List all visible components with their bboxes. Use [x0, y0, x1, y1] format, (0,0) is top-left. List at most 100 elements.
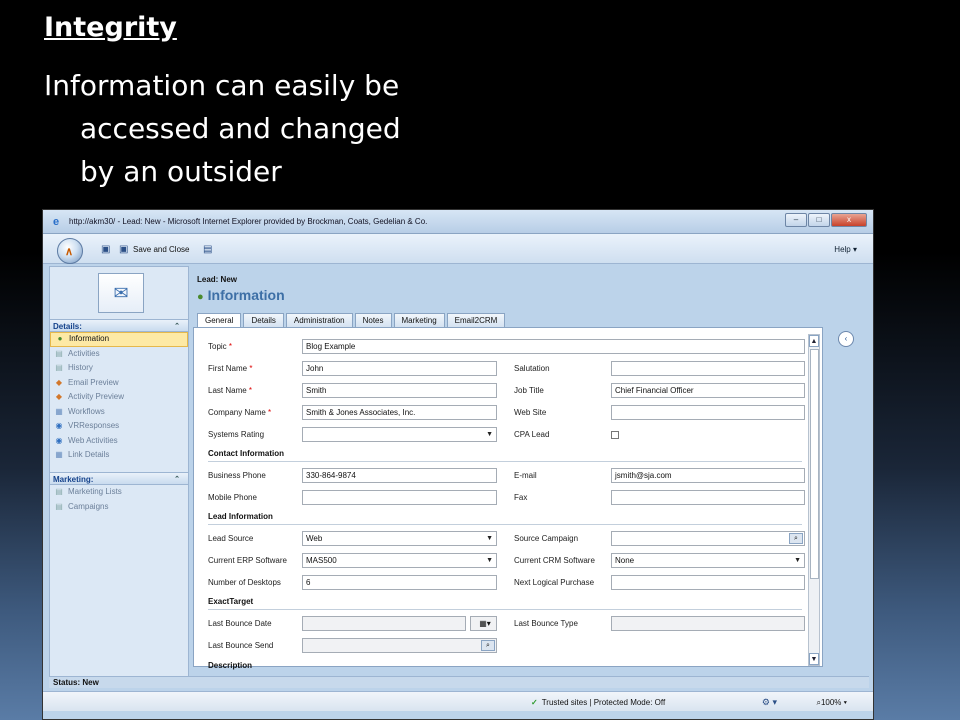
form-title-text: Information	[207, 287, 285, 303]
window-titlebar[interactable]: e http://akm30/ - Lead: New - Microsoft …	[43, 210, 873, 234]
save-icon[interactable]: ▣	[101, 244, 110, 255]
help-menu[interactable]: Help ▾	[834, 245, 857, 254]
zoom-level[interactable]: ⌕100% ▾	[816, 698, 847, 708]
nav-item-information[interactable]: ● Information	[50, 332, 188, 347]
nav-item-vrresponses[interactable]: ◉ VRResponses	[50, 419, 188, 434]
cpa-lead-checkbox[interactable]	[611, 431, 619, 439]
form-status-bar: Status: New	[49, 676, 869, 688]
last-name-row: Last Name * Smith Job Title Chief Financ…	[194, 382, 822, 400]
lead-source-row: Lead Source Web ▼ Source Campaign ⌕	[194, 530, 822, 548]
erp-software-select[interactable]: MAS500 ▼	[302, 553, 497, 568]
tools-icon[interactable]: ⚙ ▾	[762, 697, 777, 708]
nav-item-marketing-lists[interactable]: ▤ Marketing Lists	[50, 485, 188, 500]
desktops-label: Number of Desktops	[208, 578, 281, 587]
last-name-field[interactable]: Smith	[302, 383, 497, 398]
form-scrollbar[interactable]: ▲ ▼	[808, 334, 820, 666]
dropdown-arrow-icon: ▼	[486, 557, 493, 564]
desktops-field[interactable]: 6	[302, 575, 497, 590]
next-purchase-field[interactable]	[611, 575, 805, 590]
form-title: ● Information	[197, 287, 285, 303]
topic-field[interactable]: Blog Example	[302, 339, 805, 354]
source-campaign-lookup[interactable]: ⌕	[611, 531, 805, 546]
form-entity-label: Lead: New	[197, 275, 238, 284]
systems-rating-select[interactable]: ▼	[302, 427, 497, 442]
nav-item-link-details[interactable]: ▦ Link Details	[50, 448, 188, 463]
history-icon: ▤	[55, 363, 63, 373]
tab-details[interactable]: Details	[243, 313, 284, 327]
nav-item-history[interactable]: ▤ History	[50, 361, 188, 376]
company-name-label-text: Company Name	[208, 408, 266, 417]
fax-field[interactable]	[611, 490, 805, 505]
crm-software-select[interactable]: None ▼	[611, 553, 805, 568]
tab-general[interactable]: General	[197, 313, 242, 328]
activities-icon: ▤	[55, 348, 63, 358]
first-name-field[interactable]: John	[302, 361, 497, 376]
close-button[interactable]: x	[831, 213, 867, 227]
company-name-field[interactable]: Smith & Jones Associates, Inc.	[302, 405, 497, 420]
nav-item-label: Marketing Lists	[68, 487, 122, 496]
mobile-phone-label: Mobile Phone	[208, 493, 257, 502]
collapse-chevron-icon[interactable]: ⌃	[174, 320, 180, 333]
job-title-label: Job Title	[514, 386, 544, 395]
save-close-icon: ▣	[119, 244, 129, 255]
lead-entity-icon: ✉	[98, 273, 144, 313]
lookup-icon[interactable]: ⌕	[789, 533, 803, 544]
email-field[interactable]: jsmith@sja.com	[611, 468, 805, 483]
tab-email2crm[interactable]: Email2CRM	[446, 313, 506, 327]
lead-source-select[interactable]: Web ▼	[302, 531, 497, 546]
form-body: Topic * Blog Example First Name * John S…	[193, 327, 823, 670]
tab-notes[interactable]: Notes	[354, 313, 392, 327]
exacttarget-heading: ExactTarget	[208, 597, 254, 606]
job-title-field[interactable]: Chief Financial Officer	[611, 383, 805, 398]
salutation-field[interactable]	[611, 361, 805, 376]
maximize-button[interactable]: □	[808, 213, 830, 227]
scrollbar-thumb[interactable]	[810, 349, 819, 579]
web-activities-icon: ◉	[55, 435, 63, 445]
lookup-icon[interactable]: ⌕	[481, 640, 495, 651]
minimize-button[interactable]: –	[785, 213, 807, 227]
nav-item-label: Campaigns	[68, 501, 109, 511]
crm-orb-button[interactable]: ∧	[57, 238, 83, 264]
calendar-icon: ▦▾	[479, 619, 491, 628]
scroll-down-arrow-icon[interactable]: ▼	[809, 653, 819, 665]
nav-marketing-section: Marketing: ⌃ ▤ Marketing Lists ▤ Campaigns	[50, 472, 188, 514]
tab-marketing[interactable]: Marketing	[393, 313, 445, 327]
security-zone[interactable]: ✓ Trusted sites | Protected Mode: Off	[531, 698, 665, 707]
website-field[interactable]	[611, 405, 805, 420]
systems-rating-label: Systems Rating	[208, 430, 265, 439]
collapse-chevron-icon[interactable]: ⌃	[174, 473, 180, 486]
checkmark-icon: ✓	[531, 698, 538, 707]
cpa-lead-label: CPA Lead	[514, 430, 550, 439]
print-icon[interactable]: ▤	[203, 244, 212, 255]
marketing-lists-icon: ▤	[55, 487, 63, 497]
crm-software-label: Current CRM Software	[514, 556, 595, 565]
nav-item-web-activities[interactable]: ◉ Web Activities	[50, 434, 188, 449]
nav-item-workflows[interactable]: ▦ Workflows	[50, 405, 188, 420]
nav-item-campaigns[interactable]: ▤ Campaigns	[50, 500, 188, 515]
nav-item-label: Web Activities	[68, 435, 118, 445]
systems-rating-row: Systems Rating ▼ CPA Lead	[194, 426, 822, 444]
navigation-pane: ✉ Details: ⌃ ● Information ▤ Activities ▤ Hi…	[49, 266, 189, 684]
lead-source-value: Web	[306, 534, 323, 543]
ie-logo-icon: e	[53, 216, 60, 228]
tab-administration[interactable]: Administration	[285, 313, 353, 327]
window-controls: – □ x	[785, 213, 867, 227]
nav-item-label: Workflows	[68, 406, 105, 416]
slide-title: Integrity	[44, 12, 177, 43]
section-divider	[208, 461, 802, 462]
scroll-up-arrow-icon[interactable]: ▲	[809, 335, 819, 347]
nav-details-label: Details:	[53, 322, 82, 331]
mobile-phone-field[interactable]	[302, 490, 497, 505]
first-name-label: First Name *	[208, 364, 252, 373]
nav-marketing-header[interactable]: Marketing: ⌃	[50, 472, 188, 485]
nav-item-activities[interactable]: ▤ Activities	[50, 347, 188, 362]
calendar-button[interactable]: ▦▾	[470, 616, 497, 631]
nav-item-email-preview[interactable]: ◆ Email Preview	[50, 376, 188, 391]
nav-details-header[interactable]: Details: ⌃	[50, 319, 188, 332]
source-campaign-label: Source Campaign	[514, 534, 579, 543]
nav-item-activity-preview[interactable]: ◆ Activity Preview	[50, 390, 188, 405]
slide-body-line-3: by an outsider	[80, 155, 282, 188]
expand-sidebar-icon[interactable]: ‹	[838, 331, 854, 347]
business-phone-field[interactable]: 330-864-9874	[302, 468, 497, 483]
save-and-close-button[interactable]: Save and Close	[133, 245, 189, 254]
